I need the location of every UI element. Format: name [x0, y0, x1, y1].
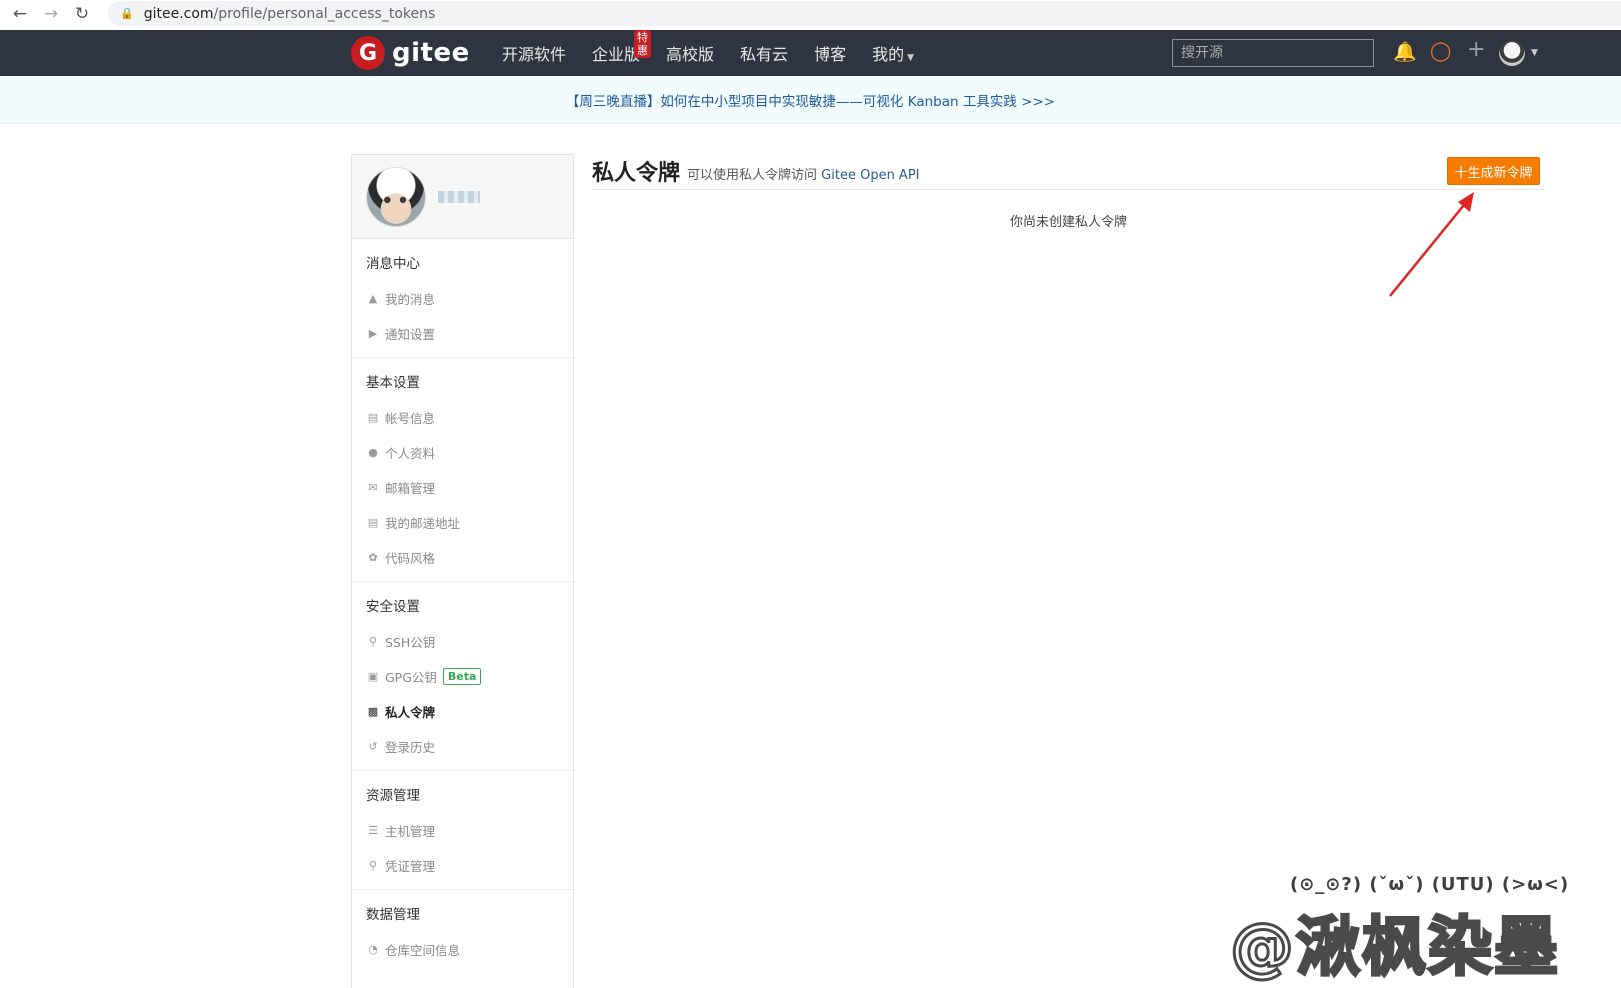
group-title: 资源管理	[366, 788, 420, 804]
profile-card	[352, 155, 573, 239]
sidebar-item-address[interactable]: ▤ 我的邮递地址	[352, 505, 573, 540]
sidebar-item-gpg-keys[interactable]: ▣ GPG公钥 Beta	[352, 659, 573, 694]
watermark-emoticons: (⊙_⊙?) (ˇωˇ) (UTU) (>ω<)	[1290, 874, 1570, 895]
id-card-icon: ▤	[367, 411, 379, 424]
sidebar-item-credentials[interactable]: ⚲ 凭证管理	[352, 848, 573, 883]
address-card-icon: ▤	[367, 516, 379, 529]
description-text: 可以使用私人令牌访问	[687, 167, 818, 183]
user-icon: ●	[368, 446, 378, 459]
annotation-arrow	[1389, 192, 1474, 297]
announcement-banner[interactable]: 【周三晚直播】如何在中小型项目中实现敏捷——可视化 Kanban 工具实践 >>…	[0, 76, 1621, 124]
arrow-shaft	[1389, 199, 1469, 297]
sidebar-item-label: SSH公钥	[385, 635, 436, 650]
url-path: /profile/personal_access_tokens	[213, 5, 436, 22]
lightbulb-icon[interactable]: ◯	[1430, 40, 1451, 62]
avatar-chevron-down-icon[interactable]: ▼	[1531, 48, 1538, 58]
key-icon: ⚲	[368, 635, 378, 648]
profile-avatar[interactable]	[366, 166, 426, 227]
back-icon[interactable]: ←	[9, 3, 31, 25]
speaker-icon: ▶	[368, 327, 378, 340]
sidebar-item-label: GPG公钥	[385, 670, 437, 685]
address-bar[interactable]: 🔒 gitee.com/profile/personal_access_toke…	[108, 1, 1621, 26]
sidebar-item-label: 凭证管理	[385, 859, 436, 874]
group-title: 消息中心	[366, 256, 420, 272]
sidebar-item-label: 主机管理	[385, 824, 436, 839]
beta-badge: Beta	[442, 668, 482, 685]
url-host: gitee.com	[143, 5, 214, 22]
sidebar-item-label: 代码风格	[385, 551, 436, 566]
pie-chart-icon: ◔	[368, 943, 378, 956]
nav-enterprise-label: 企业版	[592, 45, 641, 64]
nav-mine[interactable]: 我的 ▼	[872, 41, 914, 65]
sidebar-item-code-style[interactable]: ✿ 代码风格	[352, 540, 573, 575]
sidebar-item-profile[interactable]: ● 个人资料	[352, 435, 573, 470]
history-icon: ↺	[368, 740, 378, 753]
sidebar-item-notification-settings[interactable]: ▶ 通知设置	[352, 316, 573, 351]
palette-icon: ✿	[368, 551, 378, 564]
forward-icon[interactable]: →	[40, 3, 62, 25]
sidebar-item-personal-tokens[interactable]: ▩ 私人令牌	[352, 694, 573, 729]
promo-badge: 特惠	[634, 30, 652, 58]
user-avatar[interactable]	[1499, 40, 1525, 66]
envelope-icon: ✉	[368, 481, 378, 494]
group-title: 基本设置	[366, 375, 420, 391]
logo-text: gitee	[392, 38, 470, 68]
nav-mine-label: 我的	[872, 45, 905, 64]
sidebar-item-login-history[interactable]: ↺ 登录历史	[352, 729, 573, 764]
nav-education[interactable]: 高校版	[666, 41, 714, 65]
browser-toolbar: ← → ↻ 🔒 gitee.com/profile/personal_acces…	[0, 0, 1621, 28]
group-basic-settings: 基本设置 ▤ 帐号信息 ● 个人资料 ✉ 邮箱管理 ▤ 我的邮递地址 ✿ 代码风格	[352, 358, 573, 582]
nav-blog[interactable]: 博客	[814, 41, 846, 65]
plus-icon[interactable]: +	[1467, 37, 1485, 62]
page-description: 可以使用私人令牌访问 Gitee Open API	[687, 164, 920, 183]
page-title: 私人令牌	[592, 161, 681, 186]
group-resource-management: 资源管理 ☰ 主机管理 ⚲ 凭证管理	[352, 771, 573, 890]
logo-badge: G	[351, 36, 385, 70]
sidebar-item-email[interactable]: ✉ 邮箱管理	[352, 470, 573, 505]
sidebar-item-my-messages[interactable]: ▲ 我的消息	[352, 281, 573, 316]
group-data-management: 数据管理 ◔ 仓库空间信息	[352, 890, 573, 973]
generate-token-button[interactable]: 十生成新令牌	[1447, 157, 1540, 185]
reload-icon[interactable]: ↻	[71, 3, 93, 25]
main-nav: 开源软件 企业版 特惠 高校版 私有云 博客 我的 ▼	[502, 30, 940, 76]
key-icon: ⚲	[368, 859, 378, 872]
group-title: 数据管理	[366, 907, 420, 923]
sidebar-item-hosts[interactable]: ☰ 主机管理	[352, 813, 573, 848]
sidebar-item-label: 登录历史	[385, 740, 436, 755]
sidebar-item-label: 我的消息	[385, 292, 436, 307]
sidebar-item-label: 个人资料	[385, 446, 436, 461]
search-input[interactable]	[1172, 39, 1374, 67]
server-icon: ☰	[368, 824, 378, 837]
sidebar-item-repo-space[interactable]: ◔ 仓库空间信息	[352, 932, 573, 967]
sidebar-item-label: 帐号信息	[385, 411, 436, 426]
page-header: 私人令牌 可以使用私人令牌访问 Gitee Open API	[592, 153, 1545, 190]
sidebar-item-label: 邮箱管理	[385, 481, 436, 496]
watermark: (⊙_⊙?) (ˇωˇ) (UTU) (>ω<) @湫枫染墨	[1229, 874, 1610, 987]
nav-private-cloud[interactable]: 私有云	[740, 41, 788, 65]
sidebar-item-label: 我的邮递地址	[385, 516, 461, 531]
sidebar-item-label: 仓库空间信息	[385, 943, 461, 958]
username-blurred[interactable]	[438, 190, 480, 203]
token-icon: ▩	[367, 705, 379, 718]
sidebar-item-label: 私人令牌	[385, 705, 436, 720]
sidebar-item-ssh-keys[interactable]: ⚲ SSH公钥	[352, 624, 573, 659]
group-security-settings: 安全设置 ⚲ SSH公钥 ▣ GPG公钥 Beta ▩ 私人令牌 ↺ 登录历史	[352, 582, 573, 771]
lock-icon: ▣	[367, 670, 379, 683]
sidebar-item-label: 通知设置	[385, 327, 436, 342]
nav-open-source[interactable]: 开源软件	[502, 41, 566, 65]
gitee-logo[interactable]: G gitee	[351, 36, 470, 70]
open-api-link[interactable]: Gitee Open API	[821, 168, 919, 183]
chevron-down-icon: ▼	[907, 53, 915, 63]
sidebar-item-account-info[interactable]: ▤ 帐号信息	[352, 400, 573, 435]
site-header: G gitee 开源软件 企业版特惠 高校版 私有云 博客 我的▼ 🔔 ◯ + …	[0, 30, 1621, 76]
bell-icon: ▲	[368, 292, 378, 305]
watermark-signature: @湫枫染墨	[1229, 910, 1560, 987]
settings-sidebar: 消息中心 ▲ 我的消息 ▶ 通知设置 基本设置 ▤ 帐号信息 ● 个人资料 ✉ 邮箱管理 …	[351, 154, 574, 988]
lock-icon: 🔒	[120, 7, 134, 20]
nav-enterprise[interactable]: 企业版 特惠	[592, 30, 652, 65]
bell-icon[interactable]: 🔔	[1393, 40, 1417, 63]
group-messages: 消息中心 ▲ 我的消息 ▶ 通知设置	[352, 239, 573, 358]
group-title: 安全设置	[366, 599, 420, 615]
